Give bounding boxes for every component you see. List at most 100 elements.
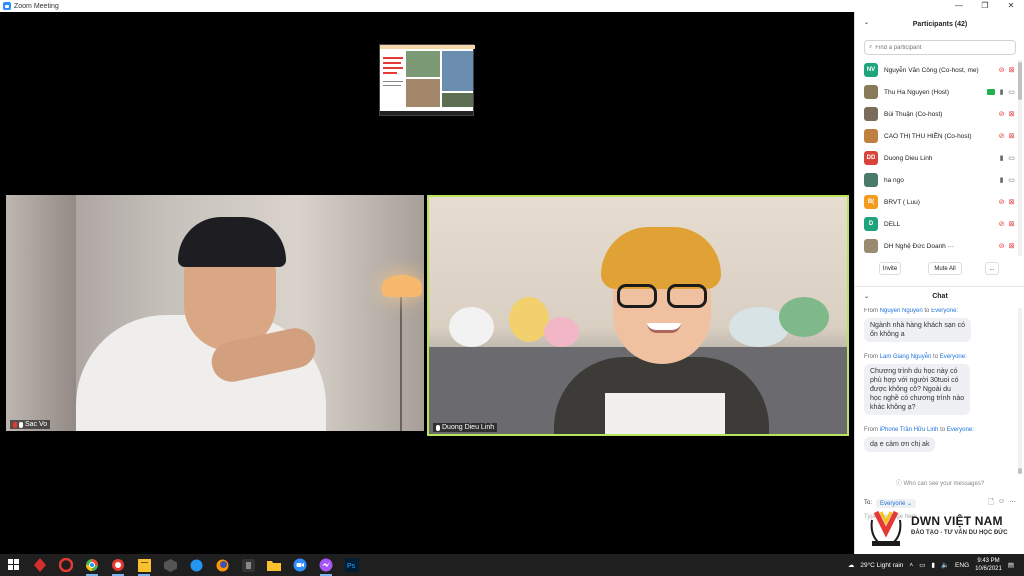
invite-button[interactable]: Invite [879, 262, 901, 275]
plush-toy [449, 307, 494, 347]
camera-off-icon[interactable]: ⊠ [1008, 67, 1015, 74]
notifications-icon[interactable]: ▤ [1008, 561, 1014, 569]
chat-sender[interactable]: Nguyễn Nguyễn [880, 308, 923, 314]
visibility-note[interactable]: ⓘ Who can see your messages? [855, 478, 1024, 487]
weather-text[interactable]: 29°C Light rain [860, 562, 903, 569]
participant-status-icons: ▮ ▭ [987, 89, 1015, 96]
weather-icon[interactable]: ☁ [848, 561, 855, 569]
participant-row[interactable]: Thu Ha Nguyen (Host) ▮ ▭ [855, 81, 1019, 103]
chat-message-line: Ngành nhà hàng khách sạn có [870, 322, 965, 329]
participant-status-icons: ⊘ ⊠ [998, 67, 1015, 74]
mic-tray-icon[interactable]: ▮ [931, 561, 935, 569]
chat-message-header: From iPhone Trần Hữu Linh to Everyone: [864, 427, 974, 433]
language-icon[interactable]: ENG [955, 562, 969, 569]
visibility-note-text: Who can see your messages? [903, 481, 985, 487]
mic-muted-icon[interactable]: ⊘ [998, 133, 1005, 140]
chat-from-label: From [864, 427, 878, 433]
photoshop-icon[interactable]: Ps [344, 557, 360, 573]
dwn-badge-icon [870, 510, 902, 546]
mic-muted-icon[interactable]: ⊘ [998, 243, 1005, 250]
chat-recipient[interactable]: Everyone: [931, 308, 958, 314]
app-red-icon[interactable] [32, 557, 48, 573]
chat-message-line: ổn không a [870, 331, 905, 338]
participant-glasses [617, 284, 709, 310]
video-tile-active-speaker[interactable]: Duong Dieu Linh [427, 195, 849, 436]
camera-icon[interactable]: ▭ [1008, 155, 1015, 162]
chat-scrollbar[interactable] [1018, 308, 1022, 474]
zoom-taskbar-icon[interactable] [292, 557, 308, 573]
collapse-chevron-icon[interactable]: ⌄ [864, 293, 869, 300]
recipient-select[interactable]: Everyone ⌄ [876, 498, 917, 508]
search-icon: ⌕ [869, 44, 873, 50]
close-button[interactable]: ✕ [998, 0, 1024, 12]
collapse-chevron-icon[interactable]: ⌄ [864, 19, 869, 26]
video-tile[interactable]: Sac Vo [6, 195, 424, 431]
chat-sender[interactable]: iPhone Trần Hữu Linh [880, 427, 939, 433]
participants-scrollbar[interactable] [1018, 60, 1022, 256]
participant-row[interactable]: DD Duong Dieu Linh ▮ ▭ [855, 147, 1019, 169]
plush-toy [544, 317, 579, 347]
chrome-profile-icon[interactable] [110, 557, 126, 576]
chat-sender[interactable]: Lam Giang Nguyễn [880, 354, 932, 360]
participant-name: Sac Vo [25, 421, 48, 428]
mic-icon[interactable]: ▮ [998, 89, 1005, 96]
video-name-tag: Duong Dieu Linh [433, 423, 498, 432]
participant-name: ha ngo [884, 176, 904, 184]
participant-row[interactable]: NV Nguyễn Văn Công (Co-host, me) ⊘ ⊠ [855, 59, 1019, 81]
participant-row[interactable]: DH Nghệ Đức Doanh ··· ⊘ ⊠ [855, 235, 1019, 257]
messenger-chat-icon[interactable] [318, 557, 334, 576]
camera-icon[interactable]: ▭ [1008, 89, 1015, 96]
mic-muted-icon[interactable]: ⊘ [998, 221, 1005, 228]
tray-chevron-icon[interactable]: ˄ [909, 562, 913, 569]
opera-browser-icon[interactable] [58, 557, 74, 573]
mic-muted-icon[interactable]: ⊘ [998, 67, 1005, 74]
zoom-app-icon [3, 2, 11, 10]
scrollbar-thumb[interactable] [1018, 468, 1022, 474]
chat-recipient[interactable]: Everyone: [947, 427, 974, 433]
avatar: NV [864, 63, 878, 77]
sticky-notes-icon[interactable] [136, 557, 152, 576]
more-button[interactable]: ... [985, 262, 999, 275]
firefox-icon[interactable] [214, 557, 230, 573]
participant-name: DH Nghệ Đức Doanh ··· [884, 242, 955, 250]
windows-start-icon[interactable] [6, 557, 22, 573]
camera-off-icon[interactable]: ⊠ [1008, 111, 1015, 118]
mute-all-button[interactable]: Mute All [928, 262, 962, 275]
mic-muted-icon[interactable]: ⊘ [998, 111, 1005, 118]
chrome-browser-icon[interactable] [84, 557, 100, 576]
participant-row[interactable]: ha ngo ▮ ▭ [855, 169, 1019, 191]
camera-off-icon[interactable]: ⊠ [1008, 221, 1015, 228]
clock[interactable]: 9:43 PM 10/6/2021 [975, 557, 1002, 573]
participant-row[interactable]: CAO THỊ THU HIỀN (Co-host) ⊘ ⊠ [855, 125, 1019, 147]
thumb-text-line [383, 57, 403, 59]
minimize-button[interactable]: — [946, 0, 972, 12]
search-input[interactable] [875, 44, 1006, 51]
camera-off-icon[interactable]: ⊠ [1008, 199, 1015, 206]
mic-icon[interactable]: ▮ [998, 177, 1005, 184]
scrollbar-thumb[interactable] [1018, 62, 1022, 100]
side-panel: ⌄ Participants (42) ⌕ NV Nguyễn Văn Công … [854, 12, 1024, 554]
participant-name: BRVT ( Luu) [884, 198, 920, 206]
chat-message-header: From Lam Giang Nguyễn to Everyone: [864, 354, 967, 360]
folder-icon[interactable] [266, 557, 282, 573]
participant-smile [647, 323, 681, 333]
screen-share-thumbnail[interactable] [379, 44, 475, 116]
participant-row[interactable]: B(BRVT ( Luu) ⊘ ⊠ [855, 191, 1019, 213]
plush-toy [509, 297, 549, 342]
camera-icon[interactable]: ▭ [1008, 177, 1015, 184]
cube-app-icon[interactable] [162, 557, 178, 573]
chat-recipient[interactable]: Everyone: [940, 354, 967, 360]
participant-row[interactable]: Bùi Thuận (Co-host) ⊘ ⊠ [855, 103, 1019, 125]
mic-icon[interactable]: ▮ [998, 155, 1005, 162]
volume-icon[interactable]: 🔈 [941, 561, 949, 569]
restore-button[interactable]: ❐ [972, 0, 998, 12]
network-icon[interactable]: ▭ [919, 561, 925, 569]
participant-search[interactable]: ⌕ [864, 40, 1016, 55]
messenger-app-icon[interactable] [188, 557, 204, 573]
camera-off-icon[interactable]: ⊠ [1008, 243, 1015, 250]
participant-row[interactable]: D DELL ⊘ ⊠ [855, 213, 1019, 235]
mic-muted-icon[interactable]: ⊘ [998, 199, 1005, 206]
camera-off-icon[interactable]: ⊠ [1008, 133, 1015, 140]
dark-app-icon[interactable] [240, 557, 256, 573]
clock-date: 10/6/2021 [975, 566, 1002, 572]
